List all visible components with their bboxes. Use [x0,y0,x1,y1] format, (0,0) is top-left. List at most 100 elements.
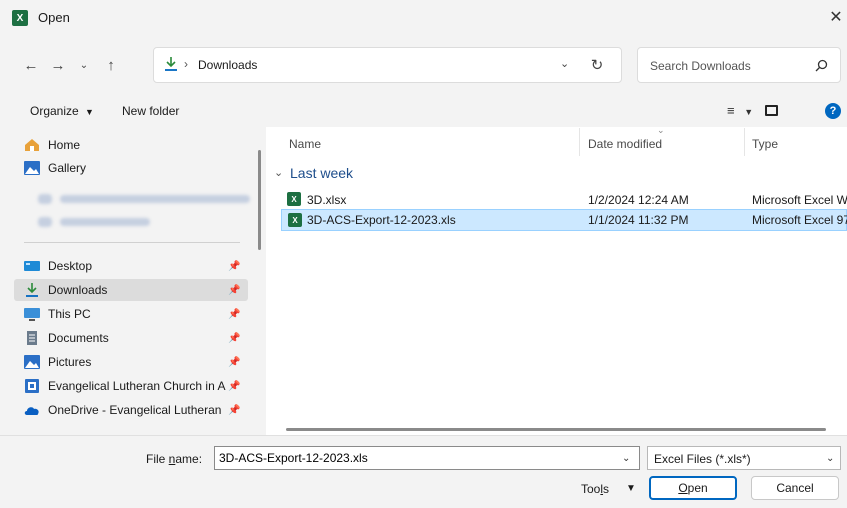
chevron-down-icon: ⌄ [826,453,835,464]
caret-down-icon: ▼ [626,483,636,494]
caret-down-icon: ▼ [85,107,94,117]
sidebar-item-documents[interactable]: Documents 📌 [14,327,248,349]
chevron-down-icon: ⌄ [79,59,89,71]
group-header[interactable]: Last week [290,165,353,181]
arrow-up-icon: ↑ [107,56,115,74]
sidebar-item-label: Evangelical Lutheran Church in A [48,379,226,393]
cancel-button[interactable]: Cancel [751,476,839,500]
caret-down-icon: ▼ [744,107,754,117]
sidebar-item-desktop[interactable]: Desktop 📌 [14,255,248,277]
pin-icon: 📌 [228,308,241,320]
excel-file-icon: X [287,192,301,206]
sidebar-item-label: Downloads [48,283,108,297]
file-name-input[interactable] [214,446,640,470]
pin-icon: 📌 [228,356,241,368]
redacted-item [60,218,150,226]
pin-icon: 📌 [228,332,241,344]
chevron-down-icon: ⌄ [560,58,570,70]
sidebar-item-label: Documents [48,331,109,345]
sidebar-item-onedrive[interactable]: OneDrive - Evangelical Lutheran 📌 [14,399,248,421]
title-bar [0,0,847,36]
sidebar-item-label: Home [48,138,81,152]
column-header-date-modified[interactable]: Date modified [588,137,662,151]
search-input[interactable]: Search Downloads [650,59,751,73]
file-row[interactable]: X 3D-ACS-Export-12-2023.xls 1/1/2024 11:… [281,209,847,231]
redacted-icon [38,217,52,227]
file-list [266,127,847,435]
column-header-type[interactable]: Type [752,137,778,151]
pin-icon: 📌 [228,380,241,392]
pictures-icon [24,355,40,369]
documents-icon [24,331,40,345]
list-view-icon: ≡ [727,103,735,118]
file-type-filter-value: Excel Files (*.xls*) [654,452,751,466]
downloads-icon [24,283,40,297]
pin-icon: 📌 [228,404,241,416]
refresh-icon: ↻ [590,57,604,74]
desktop-icon [24,259,40,273]
sidebar-item-this-pc[interactable]: This PC 📌 [14,303,248,325]
recent-locations-button[interactable]: ⌄ [73,54,95,76]
file-name: 3D-ACS-Export-12-2023.xls [307,213,456,227]
sidebar-item-label: Gallery [48,161,87,175]
column-header-name[interactable]: Name [289,137,321,151]
excel-app-icon: X [12,10,28,26]
breadcrumb-separator: › [184,57,188,71]
redacted-item [60,195,250,203]
close-button[interactable]: ✕ [826,8,846,28]
pin-icon: 📌 [228,260,241,272]
file-name-dropdown[interactable]: ⌄ [622,453,630,464]
group-collapse-icon[interactable]: ⌄ [274,166,283,179]
column-separator[interactable] [744,128,745,156]
pc-icon [24,307,40,321]
refresh-button[interactable]: ↻ [585,53,609,77]
file-row[interactable]: X 3D.xlsx 1/2/2024 12:24 AM Microsoft Ex… [281,189,847,211]
window-title: Open [38,10,70,25]
file-date: 1/1/2024 11:32 PM [588,213,689,227]
file-name-label: File name: [146,452,203,466]
chevron-down-icon: ⌄ [622,453,631,464]
sidebar-item-home[interactable]: Home [14,134,248,156]
file-type: Microsoft Excel 97 [752,213,847,227]
sidebar-item-gallery[interactable]: Gallery [14,157,248,179]
home-icon [24,138,40,152]
excel-file-icon: X [288,213,302,227]
preview-pane-button[interactable] [765,105,778,116]
sidebar-item-label: Pictures [48,355,92,369]
redacted-icon [38,194,52,204]
sidebar-divider [24,242,240,243]
view-options-button[interactable]: ≡ ▼ [727,103,753,118]
sidebar-item-label: This PC [48,307,91,321]
breadcrumb-downloads[interactable]: Downloads [198,58,257,72]
sort-indicator-icon: ⌄ [657,125,665,135]
search-icon [815,59,828,72]
horizontal-scrollbar[interactable] [286,428,826,431]
back-button[interactable]: ← [20,54,42,76]
sidebar-item-pictures[interactable]: Pictures 📌 [14,351,248,373]
library-icon [24,379,40,393]
forward-button[interactable]: → [47,54,69,76]
downloads-icon [164,56,178,72]
arrow-left-icon: ← [23,56,39,74]
sidebar-item-label: OneDrive - Evangelical Lutheran [48,403,222,417]
file-type: Microsoft Excel W [752,193,847,207]
close-icon: ✕ [829,9,843,26]
up-button[interactable]: ↑ [100,54,122,76]
tools-button[interactable]: Tools [581,482,609,496]
help-icon[interactable]: ? [825,103,841,119]
organize-label: Organize [30,104,79,118]
sidebar-item-elca-library[interactable]: Evangelical Lutheran Church in A 📌 [14,375,248,397]
column-separator[interactable] [579,128,580,156]
file-date: 1/2/2024 12:24 AM [588,193,689,207]
file-name: 3D.xlsx [307,193,347,207]
sidebar-item-label: Desktop [48,259,93,273]
address-bar[interactable]: › Downloads [153,47,622,83]
gallery-icon [24,161,40,175]
pin-icon: 📌 [228,284,241,296]
sidebar-scrollbar[interactable] [258,150,261,250]
organize-button[interactable]: Organize ▼ [30,104,94,118]
sidebar-item-downloads[interactable]: Downloads 📌 [14,279,248,301]
open-button[interactable]: Open [649,476,737,500]
address-history-dropdown[interactable]: ⌄ [560,57,569,70]
new-folder-button[interactable]: New folder [122,104,179,118]
